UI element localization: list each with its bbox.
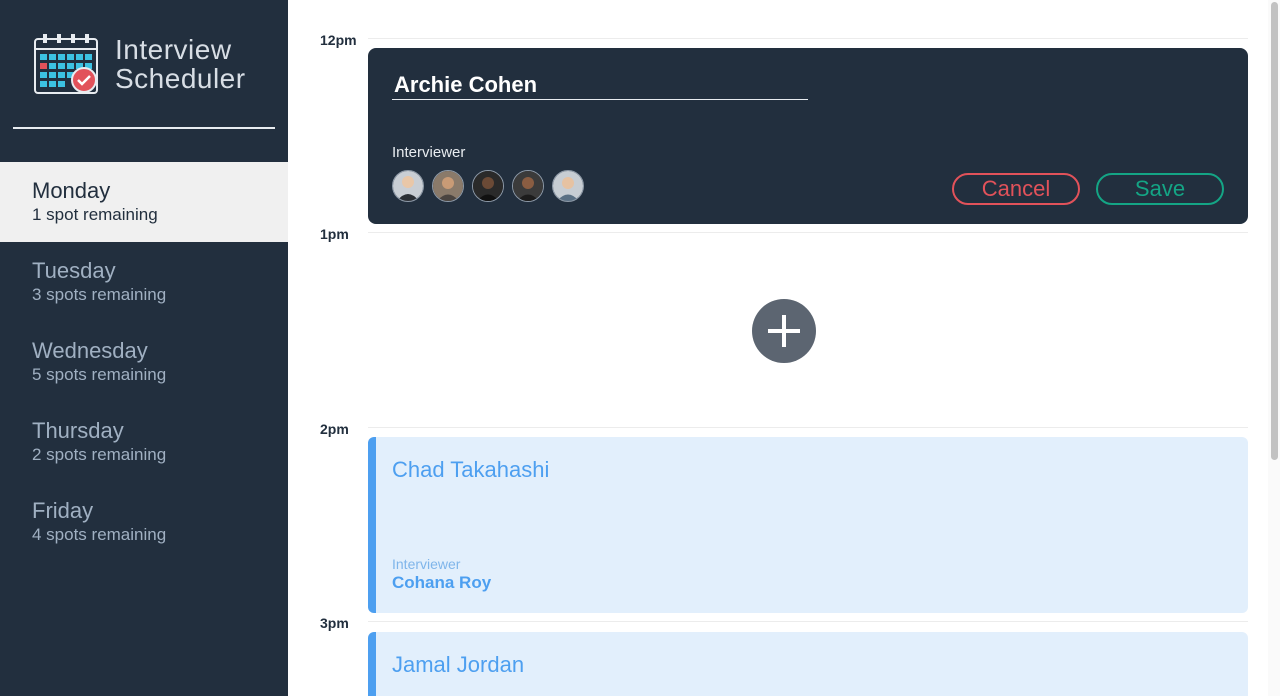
day-name: Thursday xyxy=(32,418,124,443)
interviewer-avatar[interactable] xyxy=(552,170,584,202)
app-title-line1: Interview xyxy=(115,34,232,65)
interviewer-list xyxy=(392,170,584,202)
interviewer-avatar[interactable] xyxy=(512,170,544,202)
time-label: 3pm xyxy=(320,615,349,631)
day-item-wednesday[interactable]: Wednesday 5 spots remaining xyxy=(0,322,288,402)
day-name: Monday xyxy=(32,178,111,203)
cancel-button[interactable]: Cancel xyxy=(952,173,1080,205)
appointment-form: Interviewer Cancel Save xyxy=(368,48,1248,224)
day-spots: 4 spots remaining xyxy=(32,525,167,544)
student-name: Chad Takahashi xyxy=(392,457,550,482)
time-label: 1pm xyxy=(320,226,349,242)
plus-icon xyxy=(768,315,800,347)
day-spots: 5 spots remaining xyxy=(32,365,167,384)
schedule: 12pm 1pm 2pm 3pm Interviewer xyxy=(288,0,1268,696)
day-item-thursday[interactable]: Thursday 2 spots remaining xyxy=(0,402,288,482)
scrollbar-thumb[interactable] xyxy=(1271,2,1278,460)
day-item-monday[interactable]: Monday 1 spot remaining xyxy=(0,162,288,242)
avatar-5-icon xyxy=(553,171,583,201)
time-label: 2pm xyxy=(320,421,349,437)
avatar-4-icon xyxy=(513,171,543,201)
day-spots: 2 spots remaining xyxy=(32,445,167,464)
day-spots: 1 spot remaining xyxy=(32,205,158,224)
day-name: Wednesday xyxy=(32,338,148,363)
scrollbar[interactable] xyxy=(1268,0,1280,696)
interviewer-name: Cohana Roy xyxy=(392,573,492,592)
interviewer-avatar[interactable] xyxy=(472,170,504,202)
appointment-card[interactable]: Jamal Jordan xyxy=(368,632,1248,696)
interviewer-label: Interviewer xyxy=(392,144,466,161)
appointment-card[interactable]: Chad Takahashi Interviewer Cohana Roy xyxy=(368,437,1248,613)
day-name: Tuesday xyxy=(32,258,116,283)
time-divider xyxy=(368,621,1248,622)
app-title: Interview Scheduler xyxy=(115,35,246,93)
add-appointment-button[interactable] xyxy=(752,299,816,363)
app-title-line2: Scheduler xyxy=(115,63,246,94)
avatar-2-icon xyxy=(433,171,463,201)
interviewer-avatar[interactable] xyxy=(392,170,424,202)
save-button[interactable]: Save xyxy=(1096,173,1224,205)
sidebar-divider xyxy=(13,127,275,129)
interviewer-label: Interviewer xyxy=(392,556,461,572)
time-divider xyxy=(368,38,1248,39)
sidebar: Interview Scheduler Monday 1 spot remain… xyxy=(0,0,288,696)
time-label: 12pm xyxy=(320,32,357,48)
avatar-3-icon xyxy=(473,171,503,201)
day-item-tuesday[interactable]: Tuesday 3 spots remaining xyxy=(0,242,288,322)
brand: Interview Scheduler xyxy=(33,33,246,95)
day-item-friday[interactable]: Friday 4 spots remaining xyxy=(0,482,288,562)
day-list: Monday 1 spot remaining Tuesday 3 spots … xyxy=(0,162,288,562)
student-name: Jamal Jordan xyxy=(392,652,525,677)
time-divider xyxy=(368,232,1248,233)
student-name-input[interactable] xyxy=(392,70,808,100)
avatar-1-icon xyxy=(393,171,423,201)
time-divider xyxy=(368,427,1248,428)
day-spots: 3 spots remaining xyxy=(32,285,167,304)
interviewer-avatar[interactable] xyxy=(432,170,464,202)
calendar-check-icon xyxy=(34,34,98,94)
day-name: Friday xyxy=(32,498,94,523)
